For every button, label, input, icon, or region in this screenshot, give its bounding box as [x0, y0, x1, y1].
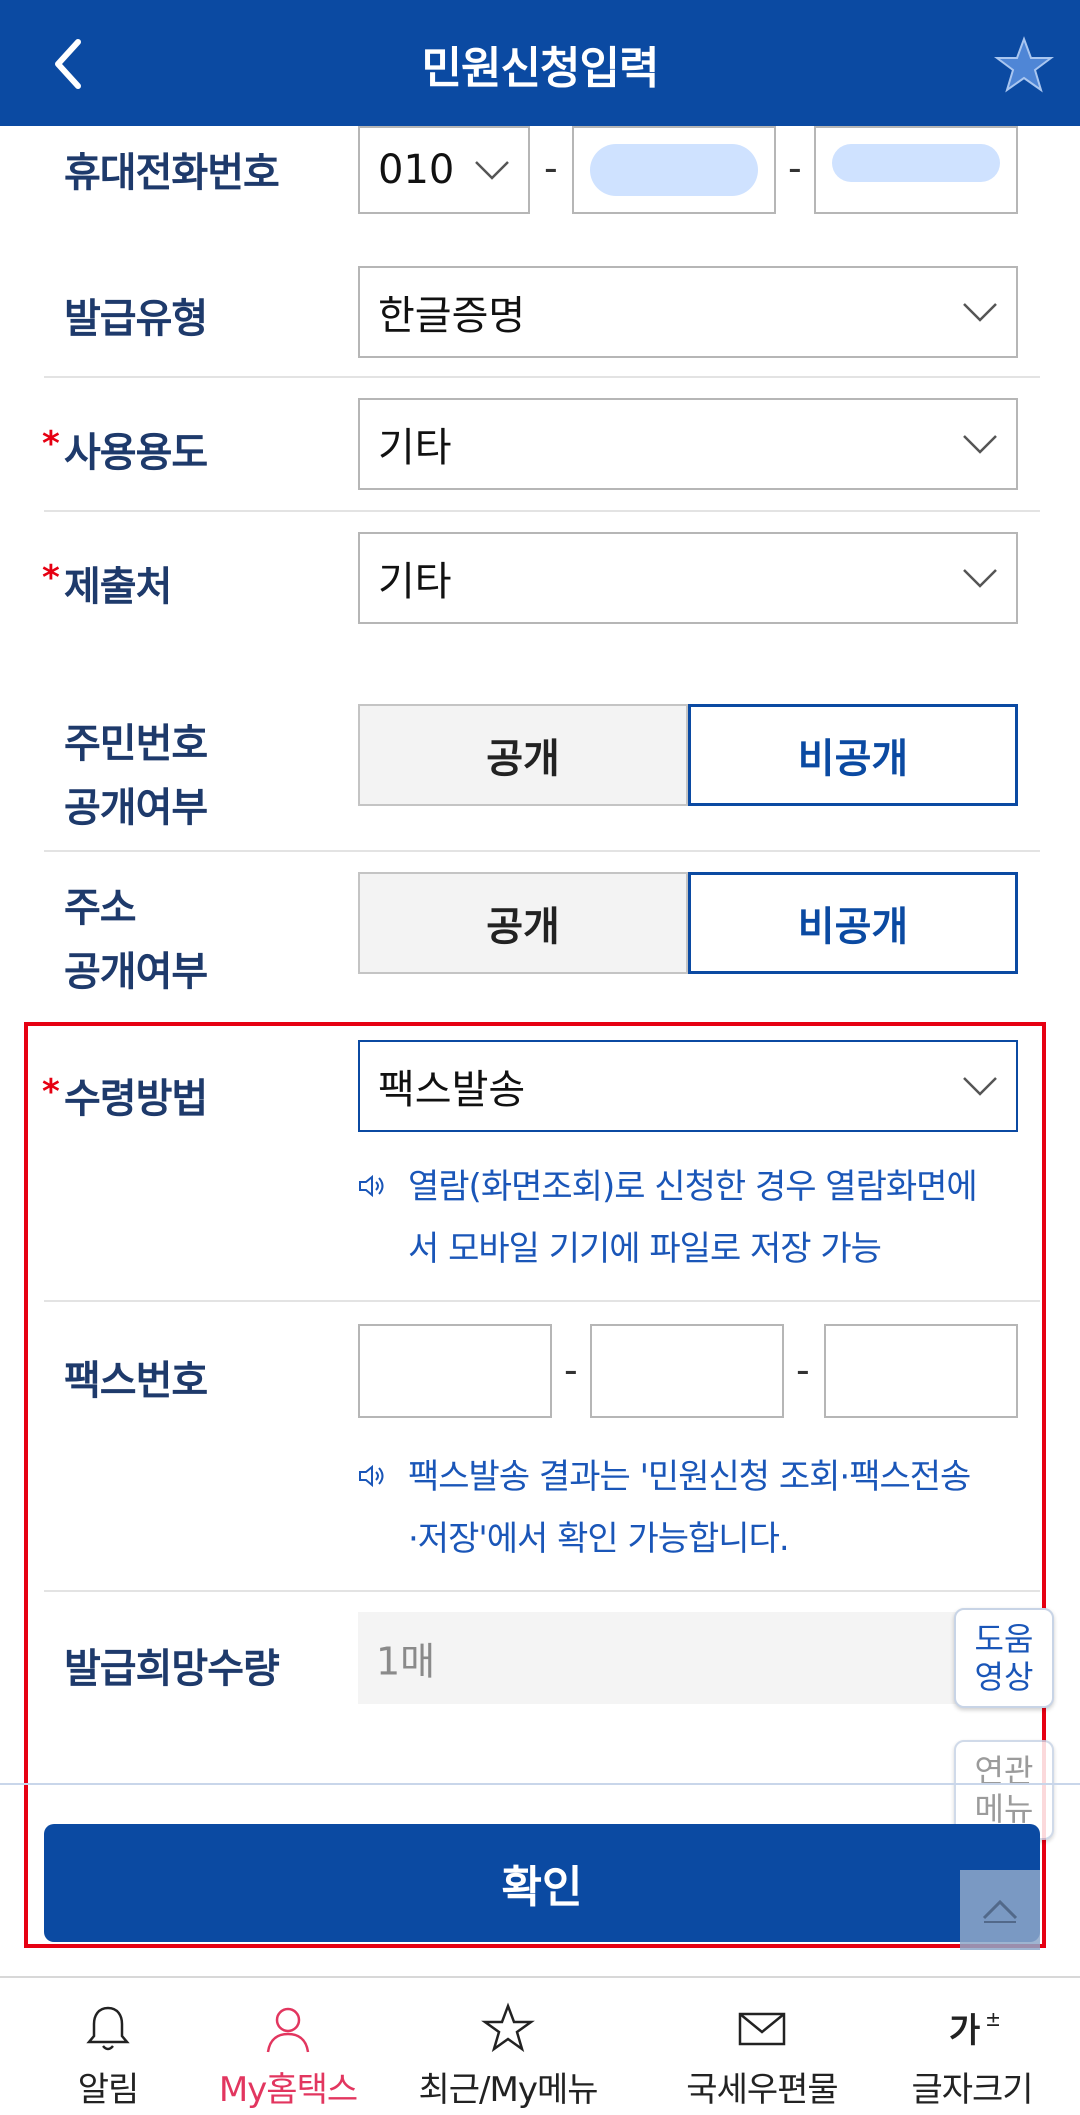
ssn-private-option[interactable]: 비공개	[688, 704, 1018, 806]
person-icon	[266, 2007, 310, 2053]
address-private-option[interactable]: 비공개	[688, 872, 1018, 974]
svg-text:가: 가	[949, 2011, 980, 2051]
phone-prefix-value: 010	[378, 147, 455, 193]
chevron-down-icon	[963, 1077, 997, 1096]
address-public-label: 주소 공개여부	[64, 876, 208, 1004]
chevron-down-icon	[963, 435, 997, 454]
help-video-line1: 도움	[974, 1620, 1034, 1658]
submit-to-value: 기타	[378, 559, 452, 605]
divider	[44, 1590, 1040, 1592]
required-mark: *	[42, 1072, 60, 1112]
divider	[44, 1300, 1040, 1302]
nav-item-font-size[interactable]: 가 ± 글자크기	[864, 1978, 1080, 2115]
nav-label: 글자크기	[911, 2070, 1033, 2110]
favorite-star-icon[interactable]	[994, 36, 1054, 96]
fax-dash-2: -	[796, 1348, 810, 1392]
divider	[44, 376, 1040, 378]
nav-label: 최근/My메뉴	[418, 2070, 598, 2110]
masked-value	[832, 144, 1000, 182]
star-icon	[481, 2002, 535, 2053]
ssn-public-label: 주민번호 공개여부	[64, 712, 208, 840]
ssn-label-line1: 주민번호	[64, 721, 208, 767]
usage-select[interactable]: 기타	[358, 398, 1018, 490]
usage-label: 사용용도	[64, 430, 208, 476]
quantity-field: 1매	[358, 1612, 958, 1704]
page-title: 민원신청입력	[421, 43, 660, 94]
issue-type-label: 발급유형	[64, 296, 208, 342]
phone-last-input[interactable]	[814, 126, 1018, 214]
chevron-up-icon	[982, 1899, 1018, 1923]
fax-middle-input[interactable]	[590, 1324, 784, 1418]
fax-last-input[interactable]	[824, 1324, 1018, 1418]
receive-method-value: 팩스발송	[378, 1067, 526, 1113]
related-menu-line2: 메뉴	[974, 1790, 1034, 1828]
speaker-icon	[359, 1174, 384, 1198]
nav-item-my-hometax[interactable]: My홈택스	[180, 1978, 396, 2115]
required-mark: *	[42, 558, 60, 598]
notice-line1: 열람(화면조회)로 신청한 경우 열람화면에	[408, 1167, 978, 1207]
divider	[44, 510, 1040, 512]
fax-dash-1: -	[564, 1348, 578, 1392]
required-mark: *	[42, 424, 60, 464]
receive-method-select[interactable]: 팩스발송	[358, 1040, 1018, 1132]
address-label-line1: 주소	[64, 885, 137, 931]
scroll-top-button[interactable]	[960, 1870, 1040, 1950]
section-separator	[0, 1783, 1080, 1785]
notice-line2: ·저장'에서 확인 가능합니다.	[408, 1519, 790, 1559]
chevron-down-icon	[963, 303, 997, 322]
nav-item-recent-my-menu[interactable]: 최근/My메뉴	[400, 1978, 616, 2115]
address-public-option[interactable]: 공개	[358, 872, 688, 974]
issue-type-select[interactable]: 한글증명	[358, 266, 1018, 358]
phone-dash-1: -	[544, 146, 558, 190]
masked-value	[590, 144, 758, 196]
nav-label: My홈택스	[218, 2070, 358, 2110]
ssn-label-line2: 공개여부	[64, 785, 208, 831]
bottom-nav: 알림 My홈택스 최근/My메뉴 국세우편물 가 ± 글자크기	[0, 1976, 1080, 2115]
mail-icon	[738, 2012, 786, 2046]
quantity-value: 1매	[376, 1639, 436, 1684]
notice-line1: 팩스발송 결과는 '민원신청 조회·팩스전송	[408, 1457, 971, 1497]
speaker-icon	[359, 1464, 384, 1488]
font-size-icon: 가 ±	[949, 2007, 999, 2051]
fax-number-label: 팩스번호	[64, 1358, 208, 1404]
nav-item-tax-mail[interactable]: 국세우편물	[654, 1978, 870, 2115]
app-header: 민원신청입력	[0, 0, 1080, 126]
help-video-button[interactable]: 도움 영상	[954, 1608, 1054, 1708]
chevron-down-icon	[475, 161, 509, 180]
phone-prefix-select[interactable]: 010	[358, 126, 530, 214]
ssn-public-option[interactable]: 공개	[358, 704, 688, 806]
svg-text:±: ±	[985, 2007, 999, 2031]
phone-dash-2: -	[788, 146, 802, 190]
help-video-line2: 영상	[974, 1658, 1034, 1696]
receive-method-notice: 열람(화면조회)로 신청한 경우 열람화면에 서 모바일 기기에 파일로 저장 …	[408, 1156, 978, 1280]
submit-to-select[interactable]: 기타	[358, 532, 1018, 624]
nav-label: 국세우편물	[686, 2070, 838, 2110]
receive-method-label: 수령방법	[64, 1076, 208, 1122]
confirm-button[interactable]: 확인	[44, 1824, 1040, 1942]
notice-line2: 서 모바일 기기에 파일로 저장 가능	[408, 1229, 882, 1269]
fax-area-code-input[interactable]	[358, 1324, 552, 1418]
divider	[44, 850, 1040, 852]
usage-value: 기타	[378, 425, 452, 471]
issue-type-value: 한글증명	[378, 293, 526, 339]
submit-to-label: 제출처	[64, 564, 172, 610]
bell-icon	[86, 2006, 130, 2051]
address-label-line2: 공개여부	[64, 949, 208, 995]
fax-notice: 팩스발송 결과는 '민원신청 조회·팩스전송 ·저장'에서 확인 가능합니다.	[408, 1446, 971, 1570]
chevron-down-icon	[963, 569, 997, 588]
phone-label: 휴대전화번호	[64, 150, 280, 196]
phone-middle-input[interactable]	[572, 126, 776, 214]
quantity-label: 발급희망수량	[64, 1646, 280, 1692]
